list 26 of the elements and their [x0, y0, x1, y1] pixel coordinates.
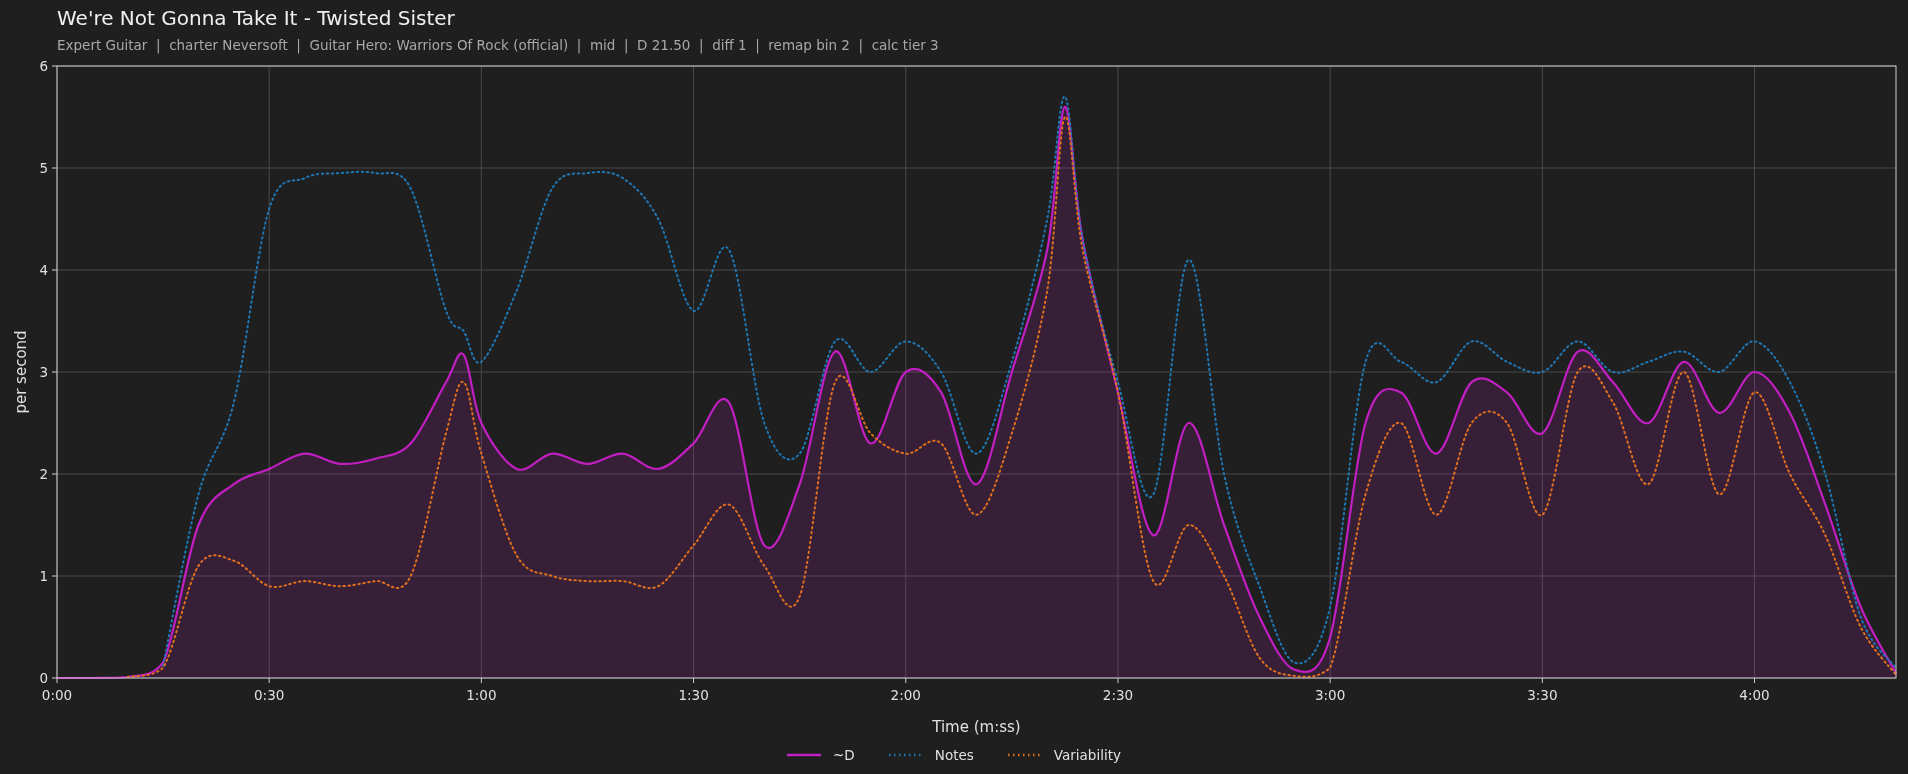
- tick-label: 1:30: [678, 687, 709, 703]
- tick-label: 4: [39, 262, 48, 278]
- tick-label: 4:00: [1739, 687, 1770, 703]
- tick-label: 1:00: [466, 687, 497, 703]
- axis-title: per second: [12, 330, 30, 414]
- tick-label: 3:00: [1315, 687, 1346, 703]
- legend-label: Notes: [934, 747, 974, 763]
- tick-label: 3:30: [1527, 687, 1558, 703]
- legend-label: ~D: [833, 747, 855, 763]
- tick-label: 2: [39, 466, 48, 482]
- tick-label: 2:30: [1102, 687, 1134, 703]
- legend-label: Variability: [1053, 747, 1121, 763]
- legend-line-icon: [1007, 753, 1042, 757]
- tick-label: 0:30: [254, 687, 285, 703]
- tick-label: 3: [39, 364, 48, 380]
- chart-subtitle: Expert Guitar | charter Neversoft | Guitar Hero: Warriors Of Rock (official) | mid | D 21.50 | diff 1 | remap bin 2 | calc tier 3: [57, 36, 940, 54]
- legend-line-icon: [787, 753, 822, 757]
- chart-title: We're Not Gonna Take It - Twisted Sister: [57, 6, 456, 30]
- tick-label: 2:00: [890, 687, 921, 703]
- axis-title: Time (m:ss): [932, 718, 1021, 736]
- tick-label: 5: [39, 160, 48, 176]
- tick-label: 0: [39, 670, 48, 686]
- tick-label: 1: [39, 568, 48, 584]
- tick-label: 6: [39, 58, 48, 74]
- legend-line-icon: [888, 753, 923, 757]
- tick-label: 0:00: [41, 687, 73, 703]
